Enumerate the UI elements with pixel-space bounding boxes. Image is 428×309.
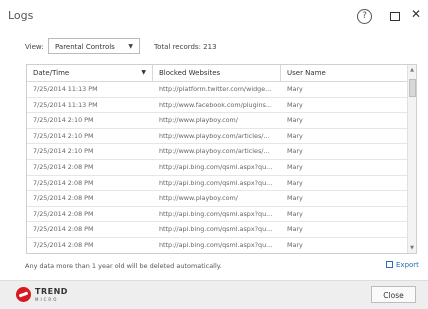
table-row[interactable]: 7/25/2014 2:08 PM http://api.bing.com/qs… xyxy=(27,238,407,253)
cell-datetime: 7/25/2014 2:10 PM xyxy=(33,116,94,125)
cell-user: Mary xyxy=(287,240,303,249)
scroll-thumb[interactable] xyxy=(409,79,416,97)
cell-website: http://www.facebook.com/plugins... xyxy=(159,100,272,109)
table-row[interactable]: 7/25/2014 2:10 PM http://www.playboy.com… xyxy=(27,144,407,160)
export-icon xyxy=(386,261,393,268)
cell-user: Mary xyxy=(287,116,303,125)
cell-user: Mary xyxy=(287,162,303,171)
sort-desc-icon: ▼ xyxy=(141,69,146,76)
view-dropdown-value: Parental Controls xyxy=(55,43,115,51)
logo-name: TREND xyxy=(35,287,68,296)
table-row[interactable]: 7/25/2014 11:13 PM http://www.facebook.c… xyxy=(27,98,407,114)
cell-website: http://www.playboy.com/ xyxy=(159,116,238,125)
table-row[interactable]: 7/25/2014 2:10 PM http://www.playboy.com… xyxy=(27,113,407,129)
bottom-bar: TREND MICRO Close xyxy=(0,280,428,309)
cell-website: http://api.bing.com/qsml.aspx?qu... xyxy=(159,178,273,187)
maximize-icon[interactable] xyxy=(390,12,400,21)
table-row[interactable]: 7/25/2014 2:08 PM http://api.bing.com/qs… xyxy=(27,207,407,223)
window-title: Logs xyxy=(8,9,34,22)
retention-note: Any data more than 1 year old will be de… xyxy=(25,262,222,270)
cell-user: Mary xyxy=(287,100,303,109)
cell-user: Mary xyxy=(287,225,303,234)
chevron-down-icon: ▼ xyxy=(128,43,133,50)
cell-datetime: 7/25/2014 2:10 PM xyxy=(33,131,94,140)
table-row[interactable]: 7/25/2014 2:08 PM http://www.playboy.com… xyxy=(27,191,407,207)
vertical-scrollbar[interactable]: ▲ ▼ xyxy=(407,65,416,253)
table-body: 7/25/2014 11:13 PM http://platform.twitt… xyxy=(27,82,407,253)
export-link[interactable]: Export xyxy=(386,261,419,269)
table-row[interactable]: 7/25/2014 11:13 PM http://platform.twitt… xyxy=(27,82,407,98)
cell-datetime: 7/25/2014 2:08 PM xyxy=(33,162,94,171)
column-header-datetime[interactable]: Date/Time ▼ xyxy=(27,65,153,81)
cell-user: Mary xyxy=(287,85,303,93)
cell-website: http://api.bing.com/qsml.aspx?qu... xyxy=(159,162,273,171)
cell-datetime: 7/25/2014 2:08 PM xyxy=(33,240,94,249)
view-dropdown[interactable]: Parental Controls ▼ xyxy=(48,38,140,54)
cell-datetime: 7/25/2014 2:08 PM xyxy=(33,209,94,218)
table-row[interactable]: 7/25/2014 2:10 PM http://www.playboy.com… xyxy=(27,129,407,145)
logo-ball-icon xyxy=(16,287,31,302)
column-header-user-name[interactable]: User Name xyxy=(281,65,407,81)
total-records: Total records: 213 xyxy=(154,43,217,51)
cell-website: http://platform.twitter.com/widge... xyxy=(159,85,272,93)
table-row[interactable]: 7/25/2014 2:08 PM http://api.bing.com/qs… xyxy=(27,222,407,238)
cell-user: Mary xyxy=(287,131,303,140)
table-row[interactable]: 7/25/2014 2:08 PM http://api.bing.com/qs… xyxy=(27,176,407,192)
cell-user: Mary xyxy=(287,147,303,156)
cell-website: http://www.playboy.com/articles/... xyxy=(159,147,270,156)
cell-datetime: 7/25/2014 2:08 PM xyxy=(33,178,94,187)
logo-subtitle: MICRO xyxy=(35,297,59,302)
cell-website: http://api.bing.com/qsml.aspx?qu... xyxy=(159,225,273,234)
help-icon[interactable]: ? xyxy=(357,9,372,24)
cell-datetime: 7/25/2014 2:08 PM xyxy=(33,225,94,234)
cell-datetime: 7/25/2014 11:13 PM xyxy=(33,100,98,109)
title-bar: Logs ? ✕ xyxy=(0,0,428,36)
cell-website: http://api.bing.com/qsml.aspx?qu... xyxy=(159,240,273,249)
table-header: Date/Time ▼ Blocked Websites User Name xyxy=(27,65,407,82)
cell-user: Mary xyxy=(287,209,303,218)
cell-website: http://www.playboy.com/ xyxy=(159,194,238,203)
close-icon[interactable]: ✕ xyxy=(411,7,421,21)
view-label: View: xyxy=(25,43,44,51)
cell-website: http://api.bing.com/qsml.aspx?qu... xyxy=(159,209,273,218)
column-header-blocked-websites[interactable]: Blocked Websites xyxy=(153,65,281,81)
cell-datetime: 7/25/2014 2:08 PM xyxy=(33,194,94,203)
cell-user: Mary xyxy=(287,178,303,187)
cell-website: http://www.playboy.com/articles/... xyxy=(159,131,270,140)
cell-datetime: 7/25/2014 2:10 PM xyxy=(33,147,94,156)
close-button[interactable]: Close xyxy=(371,286,416,303)
table-row[interactable]: 7/25/2014 2:08 PM http://api.bing.com/qs… xyxy=(27,160,407,176)
scroll-down-icon[interactable]: ▼ xyxy=(408,245,416,251)
cell-user: Mary xyxy=(287,194,303,203)
cell-datetime: 7/25/2014 11:13 PM xyxy=(33,85,98,93)
logs-table: Date/Time ▼ Blocked Websites User Name 7… xyxy=(26,64,417,254)
scroll-up-icon[interactable]: ▲ xyxy=(408,67,416,73)
